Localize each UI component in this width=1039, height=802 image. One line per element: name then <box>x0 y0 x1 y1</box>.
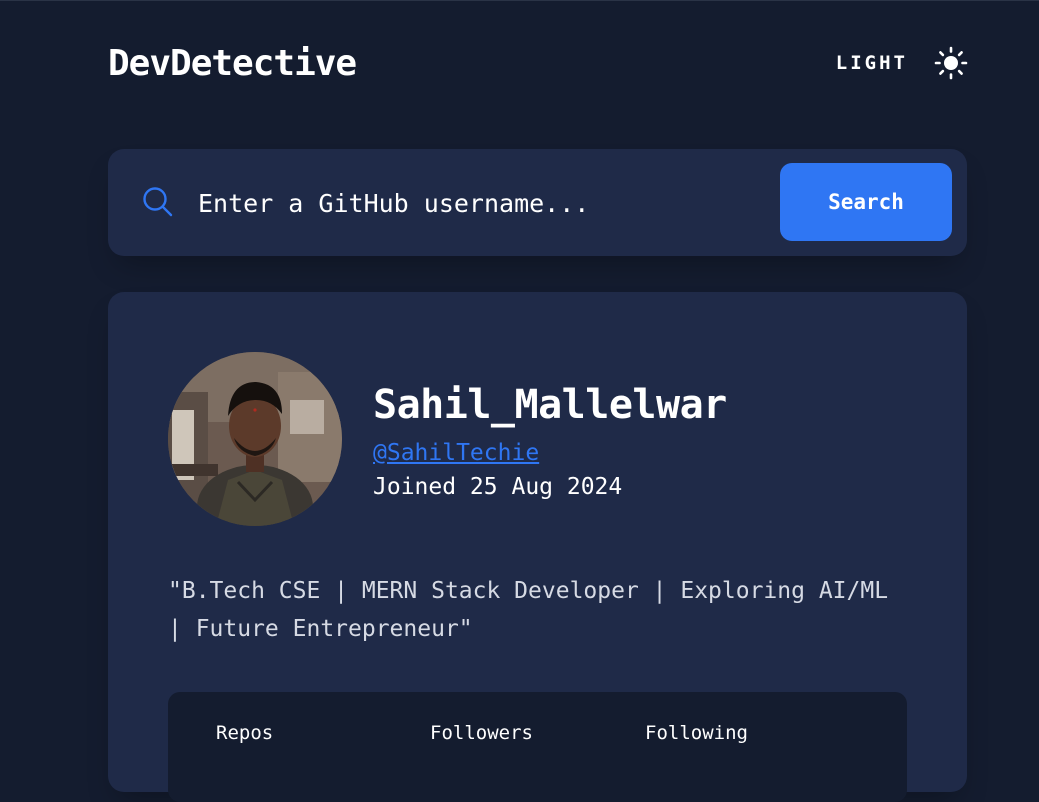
app-header: DevDetective LIGHT <box>108 41 968 93</box>
app-title: DevDetective <box>108 43 357 84</box>
profile-card: Sahil_Mallelwar @SahilTechie Joined 25 A… <box>108 292 967 802</box>
search-icon <box>143 187 173 217</box>
stat-repos-label: Repos <box>216 722 274 744</box>
avatar <box>168 352 342 526</box>
search-input[interactable] <box>198 179 758 227</box>
user-bio: "B.Tech CSE | MERN Stack Developer | Exp… <box>168 578 889 642</box>
search-button[interactable]: Search <box>780 163 952 241</box>
user-name: Sahil_Mallelwar <box>373 382 727 428</box>
theme-toggle-button[interactable]: LIGHT <box>836 45 968 81</box>
search-bar: Search <box>108 149 967 256</box>
theme-toggle-label: LIGHT <box>835 52 908 74</box>
stat-following-label: Following <box>645 722 748 744</box>
sun-icon <box>934 46 968 80</box>
stats-box: Repos Followers Following <box>168 692 907 802</box>
join-date: Joined 25 Aug 2024 <box>373 474 623 500</box>
stat-followers-label: Followers <box>430 722 533 744</box>
user-handle-link[interactable]: @SahilTechie <box>373 438 539 468</box>
